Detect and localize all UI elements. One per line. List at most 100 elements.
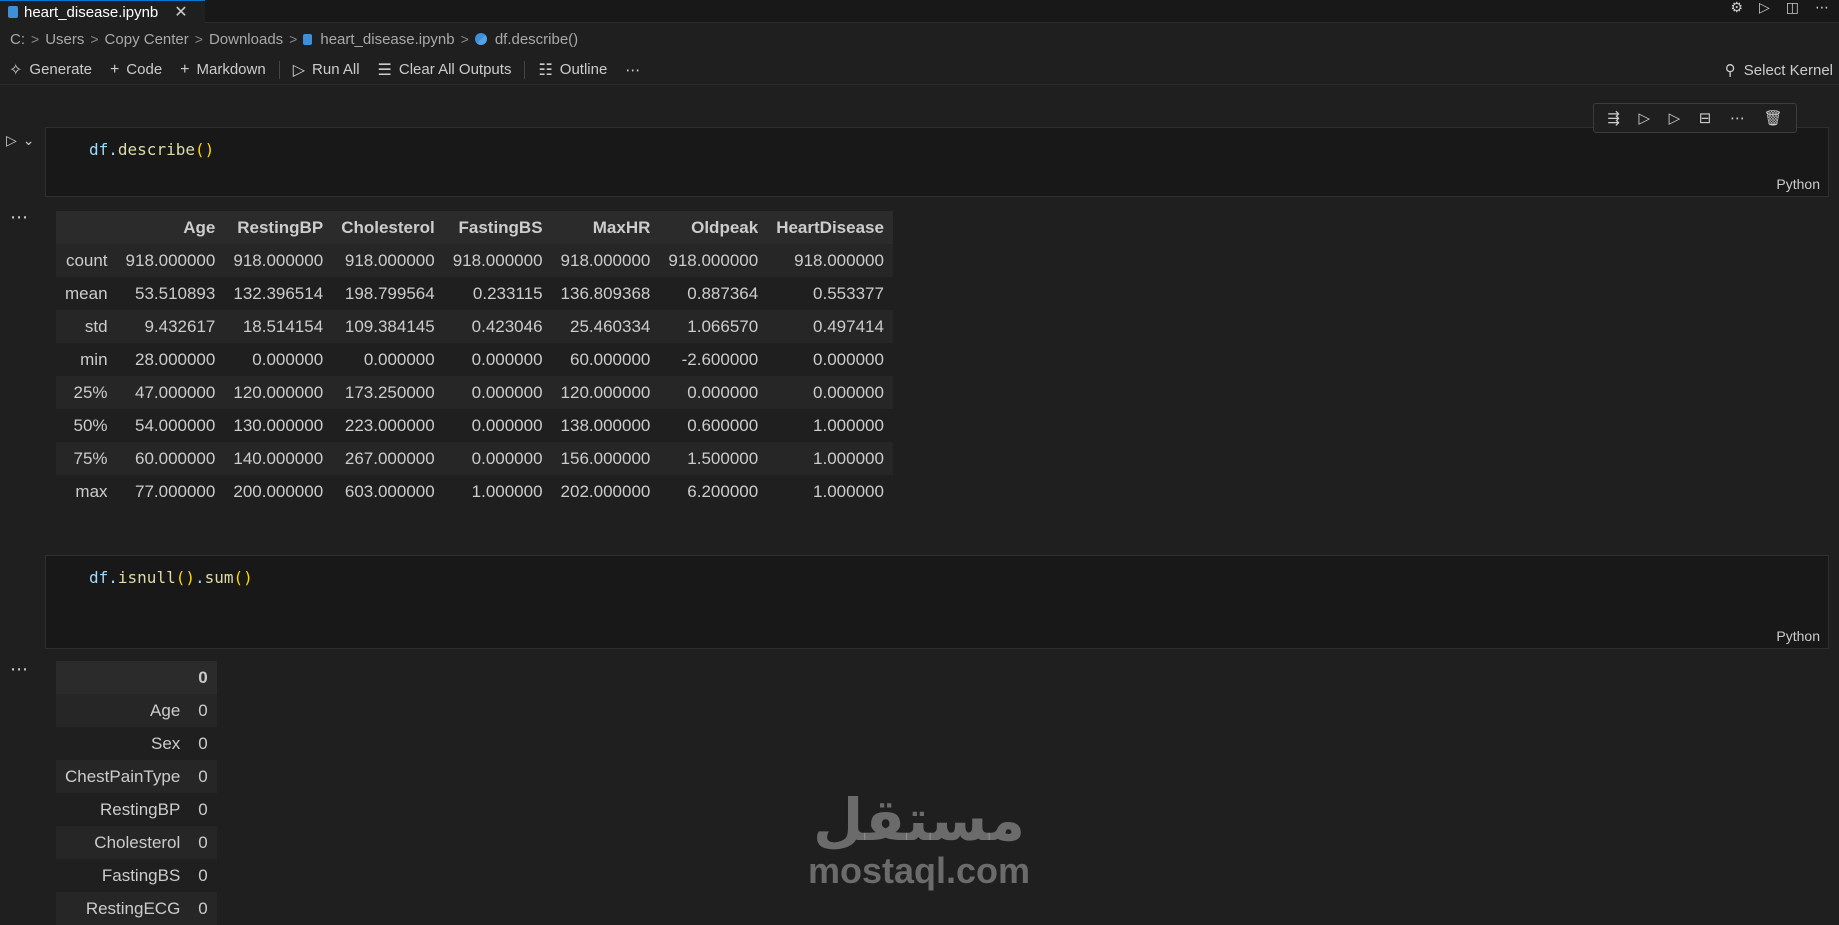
table-cell: 0.000000 (813, 349, 884, 369)
chevron-down-icon[interactable]: ⌄ (23, 132, 35, 149)
tab-bar: heart_disease.ipynb ✕ ⚙ ▷ ◫ ⋯ (0, 0, 1839, 23)
execute-below-icon[interactable]: ▷ (1669, 109, 1681, 127)
python-icon (474, 33, 487, 45)
cell-2-code[interactable]: df.isnull().sum() (89, 568, 253, 587)
generate-label: Generate (29, 61, 92, 78)
more-actions-button[interactable]: ⋯ (616, 57, 649, 83)
markdown-label: Markdown (196, 61, 266, 78)
row-label: max (75, 481, 108, 501)
table-row: 50% 54.000000 130.000000 223.000000 0.000000… (56, 409, 893, 442)
run-icon[interactable]: ▷ (1759, 0, 1770, 14)
table-cell: 6.200000 (687, 481, 759, 501)
row-label: 50% (73, 415, 108, 435)
clear-outputs-button[interactable]: ☰ Clear All Outputs (369, 57, 521, 83)
table-cell: 109.384145 (344, 316, 435, 336)
breadcrumb-downloads[interactable]: Downloads (209, 31, 283, 48)
outline-button[interactable]: ☷ Outline (529, 57, 616, 83)
table-cell: 0.423046 (471, 316, 543, 336)
watermark-latin: mostaql.com (808, 850, 1031, 891)
table-cell: 0.000000 (813, 382, 884, 402)
table-cell: 156.000000 (560, 448, 651, 468)
add-markdown-button[interactable]: + Markdown (171, 57, 275, 83)
table-cell: 200.000000 (233, 481, 324, 501)
table-row: min 28.000000 0.000000 0.000000 0.000000 60.0… (56, 343, 893, 376)
clear-all-icon: ☰ (377, 61, 392, 79)
select-kernel-label: Select Kernel (1743, 61, 1833, 79)
cell-1-code[interactable]: df.describe() (89, 140, 214, 159)
table-row: ChestPainType 0 (56, 760, 217, 793)
run-all-button[interactable]: ▷ Run All (284, 57, 369, 83)
table-cell: 0 (198, 898, 208, 918)
toolbar-divider (524, 60, 526, 79)
row-label: mean (65, 283, 108, 303)
run-cell-icon[interactable]: ▷ (6, 132, 17, 149)
table-cell: 0.000000 (687, 382, 759, 402)
sparkle-icon: ✧ (9, 61, 23, 79)
table-cell: 0.887364 (687, 283, 759, 303)
table-row: count 918.000000 918.000000 918.000000 918.0… (56, 244, 893, 277)
table-cell: 1.066570 (687, 316, 759, 336)
breadcrumb-drive[interactable]: C: (10, 31, 25, 48)
tab-title: heart_disease.ipynb (24, 3, 159, 21)
code-cell-2[interactable]: df.isnull().sum() Python (45, 555, 1829, 649)
breadcrumb-copy-center[interactable]: Copy Center (105, 31, 189, 48)
column-header: Age (183, 217, 216, 237)
table-cell: 0.000000 (471, 382, 543, 402)
notebook-icon (303, 33, 313, 45)
table-cell: 918.000000 (560, 250, 651, 270)
table-cell: 132.396514 (233, 283, 324, 303)
output-more-icon[interactable]: ⋯ (10, 659, 29, 680)
more-icon[interactable]: ⋯ (1730, 109, 1745, 127)
table-cell: 918.000000 (668, 250, 759, 270)
row-label: 25% (73, 382, 108, 402)
code-label: Code (126, 61, 163, 78)
select-kernel-button[interactable]: ⚲ Select Kernel (1725, 55, 1833, 85)
column-header: 0 (198, 667, 208, 687)
code-cell-1[interactable]: df.describe() Python (45, 127, 1829, 197)
table-cell: 28.000000 (134, 349, 216, 369)
table-cell: 130.000000 (233, 415, 324, 435)
add-code-button[interactable]: + Code (101, 57, 171, 83)
breadcrumb-file[interactable]: heart_disease.ipynb (320, 31, 454, 48)
table-cell: 54.000000 (134, 415, 216, 435)
notebook-toolbar: ✧ Generate + Code + Markdown ▷ Run All ☰… (0, 55, 1839, 85)
delete-icon[interactable]: 🗑 (1764, 109, 1783, 127)
output-more-icon[interactable]: ⋯ (10, 207, 29, 228)
table-row: FastingBS 0 (56, 859, 217, 892)
execute-above-run-icon[interactable]: ▷ (1638, 109, 1650, 127)
table-cell: 120.000000 (233, 382, 324, 402)
generate-button[interactable]: ✧ Generate (0, 57, 101, 83)
table-row: std 9.432617 18.514154 109.384145 0.423046 25… (56, 310, 893, 343)
table-cell: 0.000000 (252, 349, 324, 369)
split-editor-icon[interactable]: ◫ (1786, 0, 1799, 14)
gear-icon[interactable]: ⚙ (1730, 0, 1743, 14)
cell-language[interactable]: Python (1776, 628, 1820, 644)
table-cell: 0 (198, 832, 208, 852)
close-icon[interactable]: ✕ (174, 2, 187, 22)
row-label: Age (150, 700, 181, 720)
cell-language[interactable]: Python (1776, 176, 1820, 192)
row-label: min (80, 349, 108, 369)
table-cell: 1.000000 (813, 415, 884, 435)
row-label: ChestPainType (65, 766, 181, 786)
column-header: MaxHR (592, 217, 651, 237)
split-cell-icon[interactable]: ⊟ (1699, 109, 1712, 127)
breadcrumb-symbol[interactable]: df.describe() (495, 31, 578, 48)
table-cell: 0 (198, 700, 208, 720)
row-label: Sex (151, 733, 181, 753)
isnull-output-table: 0 Age 0 Sex 0 ChestPainType 0 RestingBP 0 Choles… (56, 661, 217, 925)
row-label: std (84, 316, 108, 336)
more-icon[interactable]: ⋯ (1815, 0, 1829, 14)
table-cell: 1.500000 (687, 448, 759, 468)
column-header: HeartDisease (776, 217, 884, 237)
table-cell: 918.000000 (452, 250, 543, 270)
tab-heart-disease[interactable]: heart_disease.ipynb ✕ (0, 0, 205, 23)
table-row: 25% 47.000000 120.000000 173.250000 0.000000… (56, 376, 893, 409)
row-label: Cholesterol (94, 832, 181, 852)
execute-above-icon[interactable]: ⇶ (1607, 109, 1620, 127)
code-function: sum (204, 568, 234, 587)
breadcrumb-users[interactable]: Users (45, 31, 84, 48)
code-object: df (89, 568, 109, 587)
table-cell: 223.000000 (344, 415, 435, 435)
table-row: RestingECG 0 (56, 892, 217, 925)
